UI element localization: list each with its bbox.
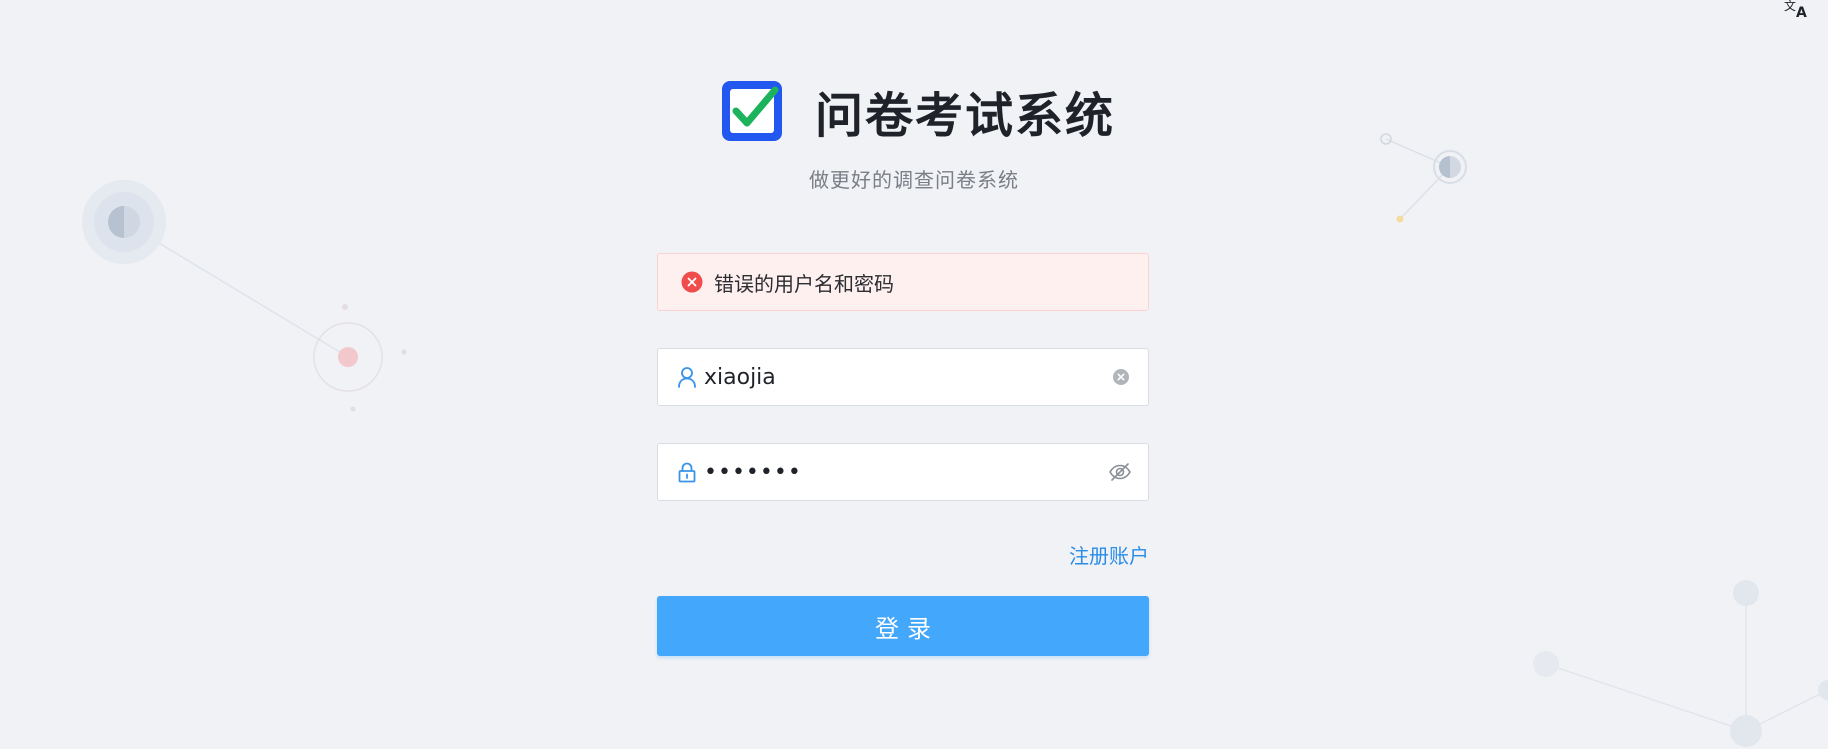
lock-icon xyxy=(678,462,696,483)
register-row: 注册账户 xyxy=(657,540,1149,569)
register-link[interactable]: 注册账户 xyxy=(1069,544,1149,568)
error-circle-icon xyxy=(681,271,703,293)
svg-text:文: 文 xyxy=(1784,0,1796,13)
app-subtitle: 做更好的调查问卷系统 xyxy=(809,168,1019,192)
checkbox-check-icon xyxy=(721,81,782,141)
login-button[interactable]: 登录 xyxy=(657,596,1149,656)
password-field xyxy=(657,443,1149,501)
username-field xyxy=(657,348,1149,406)
username-input[interactable] xyxy=(704,364,1110,390)
svg-text:A: A xyxy=(1796,5,1807,20)
app-title: 问卷考试系统 xyxy=(814,88,1115,144)
user-icon xyxy=(678,367,696,388)
clear-circle-icon[interactable] xyxy=(1110,366,1132,388)
error-alert-message: 错误的用户名和密码 xyxy=(714,271,894,296)
eye-hidden-icon[interactable] xyxy=(1108,461,1132,483)
translate-icon[interactable]: 文 A xyxy=(1784,0,1810,21)
login-page: 文 A 问卷考试系统 做更好的调查问卷系统 错误的用户名和密码 xiaojia … xyxy=(0,0,1828,749)
login-form: 错误的用户名和密码 xiaojia ••••••• 注册账户 登录 xyxy=(657,253,1149,656)
error-alert: 错误的用户名和密码 xyxy=(657,253,1149,311)
password-input[interactable] xyxy=(704,459,1108,485)
app-header: 问卷考试系统 xyxy=(0,76,1828,146)
